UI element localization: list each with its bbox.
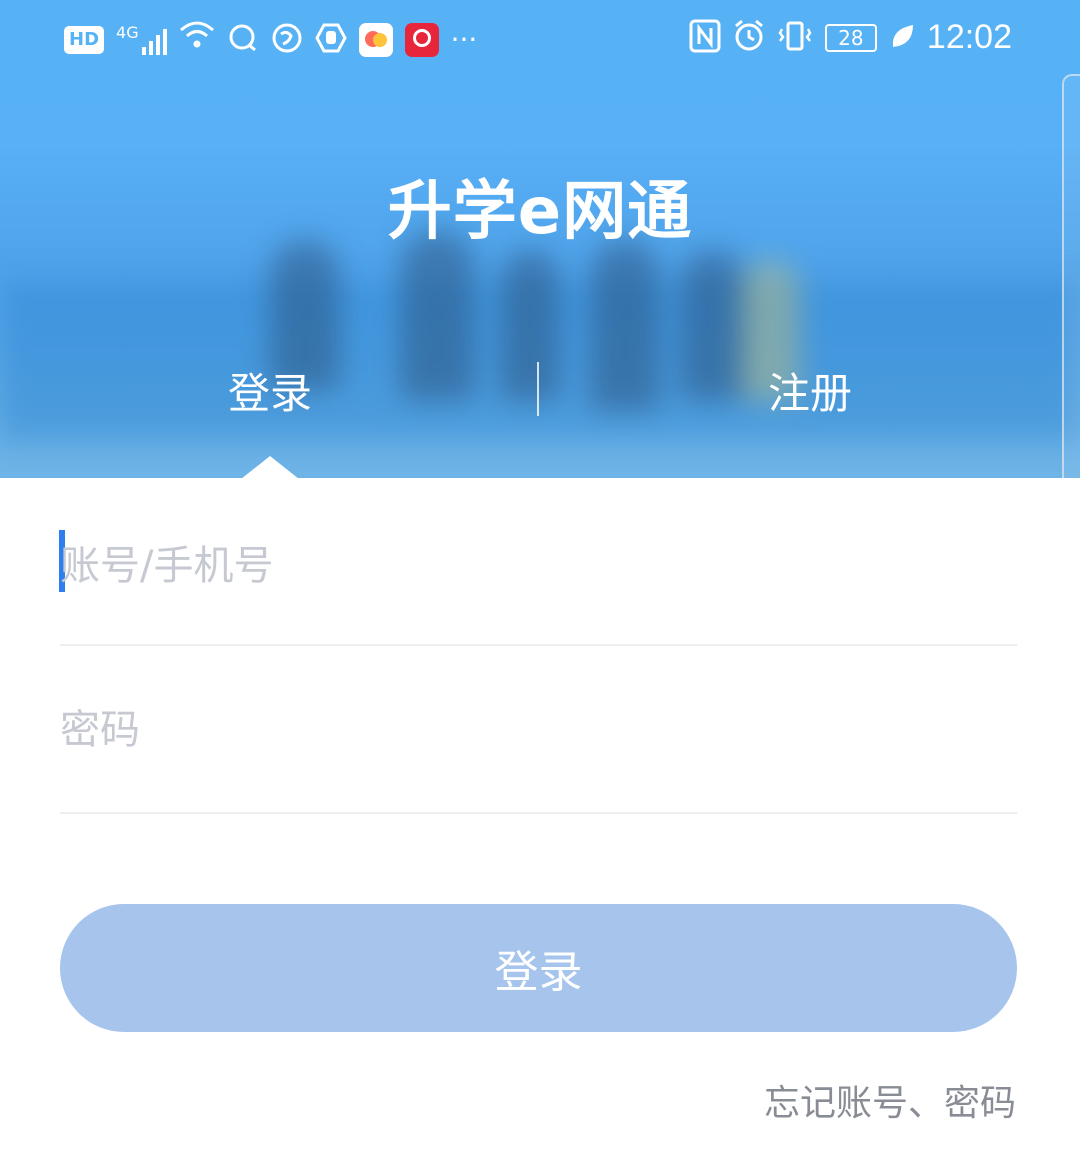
forgot-account-password-link[interactable]: 忘记账号、密码 [764, 1074, 1016, 1126]
signal-icon: 4G [116, 22, 167, 55]
password-input[interactable] [60, 690, 1017, 770]
hd-badge: HD [64, 25, 105, 54]
login-button[interactable]: 登录 [60, 904, 1017, 1032]
password-field[interactable] [60, 690, 1017, 814]
tab-register[interactable]: 注册 [540, 360, 1080, 421]
battery-level: 28 [838, 25, 864, 50]
vpn-icon [271, 22, 303, 58]
app-notification-icon [358, 22, 393, 57]
account-input[interactable] [60, 526, 1017, 606]
alarm-icon [733, 19, 765, 57]
battery-icon: 28 [824, 23, 877, 52]
tab-divider [537, 362, 539, 416]
network-type: 4G [116, 22, 139, 42]
leaf-icon [889, 21, 915, 55]
tab-login[interactable]: 登录 [0, 360, 540, 421]
more-indicator: ··· [450, 22, 478, 56]
wifi-icon [179, 20, 215, 59]
header-banner: HD 4G ··· 28 12:02 升学e网通 登录 注册 [0, 0, 1080, 478]
account-field[interactable] [59, 526, 1017, 646]
vibrate-icon [777, 20, 813, 56]
clock: 12:02 [926, 18, 1012, 56]
nfc-icon [689, 19, 721, 57]
hand-icon [314, 22, 347, 58]
chat-bubble-icon [227, 23, 259, 57]
video-app-icon [404, 22, 439, 57]
app-title: 升学e网通 [387, 175, 693, 249]
active-tab-indicator [241, 456, 299, 478]
status-bar: HD 4G ··· 28 12:02 [0, 0, 1080, 78]
